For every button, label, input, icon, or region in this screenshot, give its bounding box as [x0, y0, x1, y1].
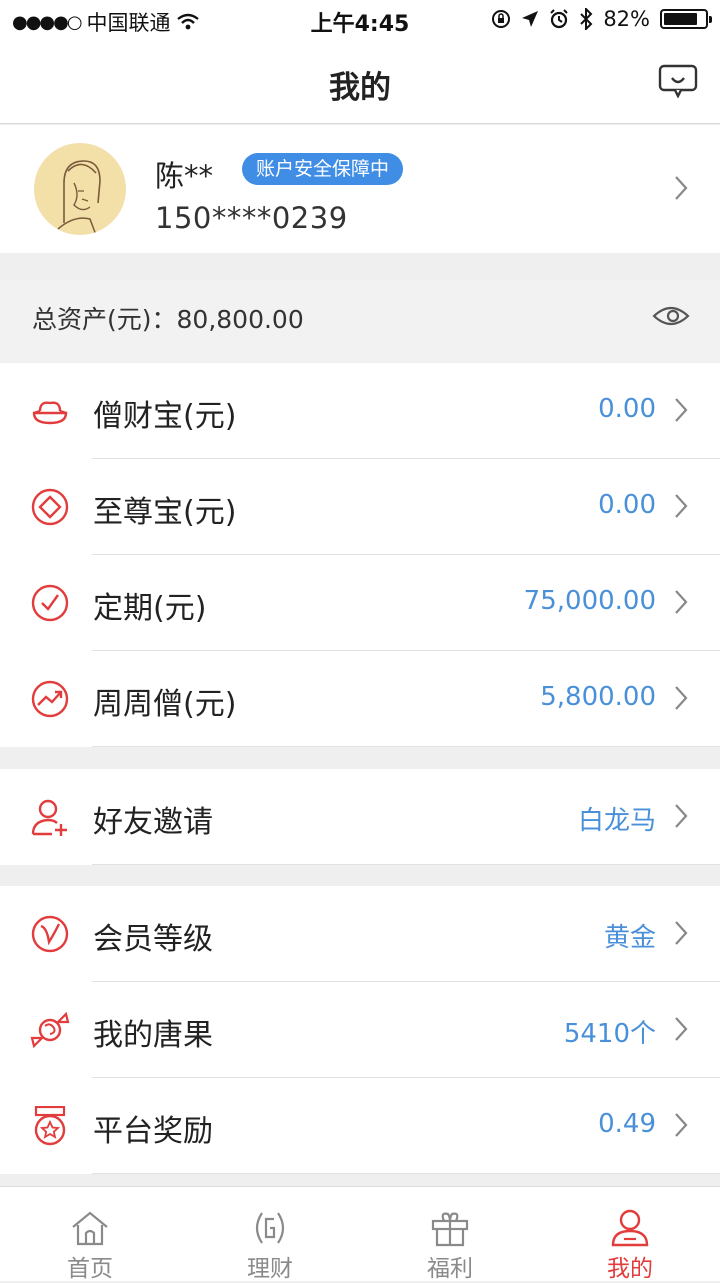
list-item-tangguo[interactable]: 我的唐果 5410个 — [0, 982, 720, 1078]
tab-bar: 首页 理财 福利 我的 — [0, 1186, 720, 1282]
user-phone: 150****0239 — [155, 201, 348, 235]
tab-finance[interactable]: 理财 — [180, 1187, 360, 1282]
user-name: 陈** — [155, 159, 214, 193]
list-item-value: 0.49 — [598, 1109, 656, 1139]
trend-icon — [31, 680, 69, 718]
invite-list: 好友邀请 白龙马 — [0, 769, 720, 865]
list-item-zhizunbao[interactable]: 至尊宝(元) 0.00 — [0, 459, 720, 555]
page-title: 我的 — [329, 70, 391, 106]
list-item-value: 白龙马 — [577, 806, 656, 836]
list-item-dingqi[interactable]: 定期(元) 75,000.00 — [0, 555, 720, 651]
list-item-invite[interactable]: 好友邀请 白龙马 — [0, 769, 720, 865]
gift-icon — [431, 1212, 469, 1247]
profile-card[interactable]: 陈** 账户安全保障中 150****0239 — [0, 125, 720, 253]
chevron-right-icon — [675, 686, 688, 710]
list-item-value: 5,800.00 — [540, 682, 656, 712]
list-item-zhouzhouseng[interactable]: 周周僧(元) 5,800.00 — [0, 651, 720, 747]
add-user-icon — [31, 799, 67, 836]
diamond-icon — [31, 488, 69, 526]
ingot-icon — [32, 401, 68, 425]
tab-label: 首页 — [67, 1256, 113, 1282]
list-item-label: 周周僧(元) — [93, 687, 237, 722]
chevron-right-icon — [675, 804, 688, 828]
rotation-lock-icon — [492, 10, 511, 28]
chevron-right-icon — [675, 1017, 688, 1041]
chevron-right-icon — [675, 176, 688, 200]
bluetooth-icon — [580, 8, 593, 30]
list-item-label: 好友邀请 — [93, 805, 213, 840]
tab-welfare[interactable]: 福利 — [360, 1187, 540, 1282]
list-item-value: 75,000.00 — [523, 586, 656, 616]
chevron-right-icon — [675, 590, 688, 614]
list-item-value: 5410个 — [563, 1019, 656, 1049]
total-assets-bar: 总资产(元)：80,800.00 — [0, 280, 720, 362]
list-item-label: 僧财宝(元) — [93, 399, 237, 434]
battery-fill — [664, 13, 697, 25]
list-item-member-level[interactable]: 会员等级 黄金 — [0, 886, 720, 982]
battery-percent: 82% — [603, 7, 650, 31]
list-item-label: 至尊宝(元) — [93, 495, 237, 530]
avatar[interactable] — [34, 143, 126, 235]
divider — [92, 1173, 720, 1174]
list-item-label: 会员等级 — [93, 922, 213, 957]
finance-icon — [255, 1212, 285, 1244]
chevron-right-icon — [675, 398, 688, 422]
list-item-platform-reward[interactable]: 平台奖励 0.49 — [0, 1078, 720, 1174]
member-list: 会员等级 黄金 我的唐果 5410个 平台奖励 0.49 — [0, 886, 720, 1174]
status-right: 82% — [491, 7, 712, 31]
list-item-sengcaibao[interactable]: 僧财宝(元) 0.00 — [0, 363, 720, 459]
home-icon — [72, 1211, 108, 1246]
candy-icon — [30, 1011, 70, 1049]
list-item-label: 平台奖励 — [93, 1114, 213, 1149]
list-item-value: 0.00 — [598, 394, 656, 424]
user-icon — [611, 1209, 649, 1247]
tab-label: 理财 — [247, 1256, 293, 1282]
eye-icon[interactable] — [652, 302, 690, 330]
list-item-value: 0.00 — [598, 490, 656, 520]
total-assets-label: 总资产(元)：80,800.00 — [32, 305, 304, 334]
asset-list: 僧财宝(元) 0.00 至尊宝(元) 0.00 定期(元) 75,000.00 … — [0, 363, 720, 747]
medal-icon — [34, 1106, 66, 1146]
alarm-icon — [550, 9, 569, 29]
security-badge: 账户安全保障中 — [242, 153, 404, 185]
chevron-right-icon — [675, 494, 688, 518]
clock-icon — [31, 584, 69, 622]
nav-bar: 我的 — [0, 40, 720, 124]
vip-icon — [31, 915, 69, 953]
message-icon[interactable] — [658, 64, 698, 98]
tab-mine[interactable]: 我的 — [540, 1187, 720, 1282]
divider — [92, 746, 720, 747]
list-item-label: 定期(元) — [93, 591, 207, 626]
monk-avatar-icon — [57, 160, 101, 235]
status-bar: ●●●●○ 中国联通 上午4:45 82% — [0, 0, 720, 40]
tab-label: 福利 — [427, 1256, 473, 1282]
list-item-label: 我的唐果 — [93, 1018, 213, 1053]
battery-icon — [660, 9, 712, 29]
location-icon — [522, 11, 539, 27]
tab-label: 我的 — [607, 1256, 653, 1282]
chevron-right-icon — [675, 1113, 688, 1137]
tab-home[interactable]: 首页 — [0, 1187, 180, 1282]
divider — [92, 864, 720, 865]
chevron-right-icon — [675, 921, 688, 945]
list-item-value: 黄金 — [603, 923, 656, 953]
